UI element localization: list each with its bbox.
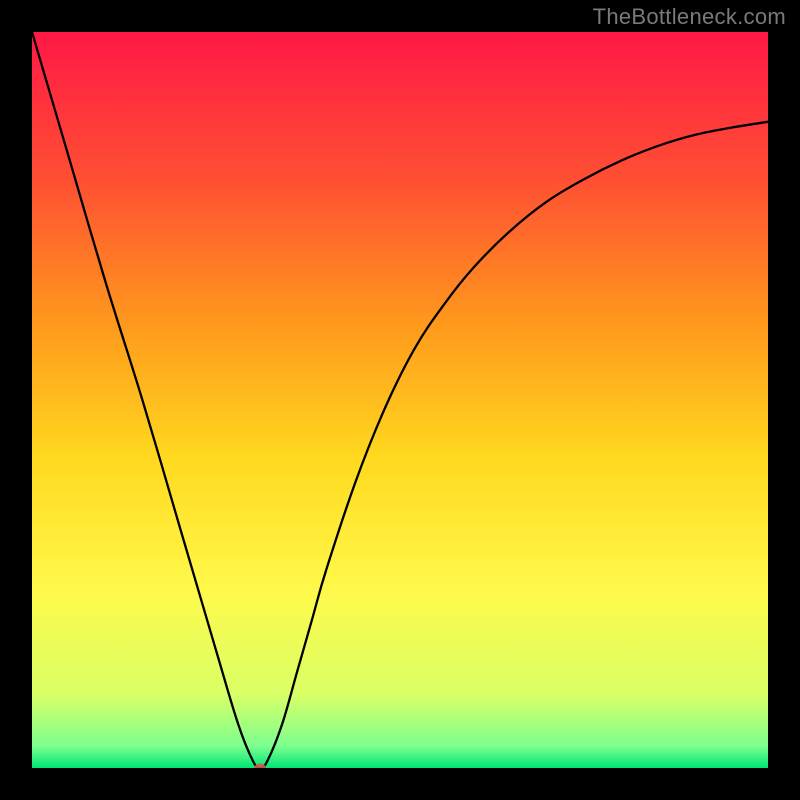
plot-svg: [32, 32, 768, 768]
watermark-text: TheBottleneck.com: [593, 4, 786, 30]
chart-container: TheBottleneck.com: [0, 0, 800, 800]
plot-area: [32, 32, 768, 768]
